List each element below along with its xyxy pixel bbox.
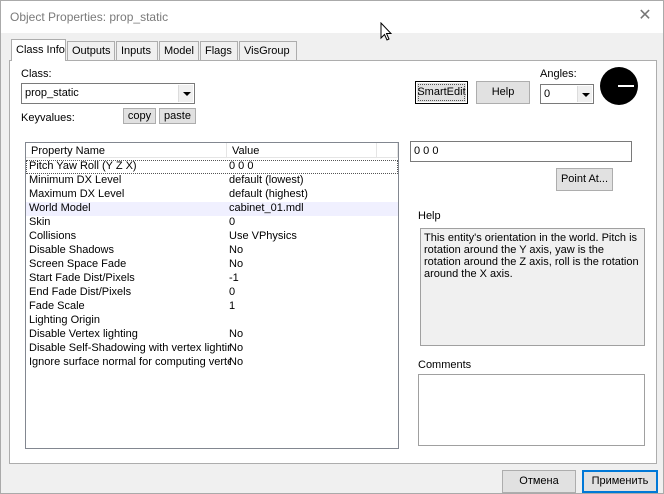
- property-value: cabinet_01.mdl: [229, 202, 304, 214]
- property-value: default (lowest): [229, 174, 304, 186]
- property-name: Disable Self-Shadowing with vertex light…: [29, 342, 231, 354]
- property-rows: Pitch Yaw Roll (Y Z X) 0 0 0 Minimum DX L…: [26, 160, 398, 370]
- property-name: Disable Vertex lighting: [29, 328, 138, 340]
- angles-combobox[interactable]: 0: [540, 84, 594, 104]
- smartedit-button[interactable]: SmartEdit: [415, 81, 468, 104]
- table-row[interactable]: Screen Space Fade No: [26, 258, 398, 272]
- property-value: 0: [229, 286, 236, 298]
- column-header-property-name[interactable]: Property Name: [26, 143, 227, 158]
- chevron-down-icon[interactable]: [178, 85, 193, 102]
- table-row[interactable]: Lighting Origin: [26, 314, 398, 328]
- table-row[interactable]: Disable Self-Shadowing with vertex light…: [26, 342, 398, 356]
- tab-model-label: Model: [164, 45, 194, 57]
- property-value: -1: [229, 272, 239, 284]
- tab-outputs-label: Outputs: [72, 45, 111, 57]
- keyvalues-label: Keyvalues:: [21, 112, 75, 124]
- copy-button[interactable]: copy: [123, 108, 156, 124]
- title-bar[interactable]: Object Properties: prop_static ✕: [1, 1, 663, 33]
- close-icon[interactable]: ✕: [633, 5, 657, 27]
- tab-class-info[interactable]: Class Info: [11, 39, 66, 61]
- window-title: Object Properties: prop_static: [10, 10, 169, 24]
- table-row[interactable]: Skin 0: [26, 216, 398, 230]
- table-row[interactable]: Start Fade Dist/Pixels -1: [26, 272, 398, 286]
- tab-inputs-label: Inputs: [121, 45, 151, 57]
- table-row[interactable]: Collisions Use VPhysics: [26, 230, 398, 244]
- property-value: default (highest): [229, 188, 308, 200]
- angles-value: 0: [544, 88, 551, 100]
- point-at-button[interactable]: Point At...: [556, 168, 613, 191]
- value-input-text: 0 0 0: [414, 145, 439, 157]
- property-name: Lighting Origin: [29, 314, 100, 326]
- table-row[interactable]: Disable Vertex lighting No: [26, 328, 398, 342]
- angles-label: Angles:: [540, 68, 577, 80]
- property-value: No: [229, 258, 244, 270]
- property-value: No: [229, 328, 244, 340]
- tab-inputs[interactable]: Inputs: [116, 41, 158, 60]
- tab-outputs[interactable]: Outputs: [67, 41, 115, 60]
- paste-button[interactable]: paste: [159, 108, 196, 124]
- property-name: Collisions: [29, 230, 77, 242]
- property-value: No: [229, 342, 244, 354]
- help-text: This entity's orientation in the world. …: [424, 232, 639, 280]
- table-row[interactable]: End Fade Dist/Pixels 0: [26, 286, 398, 300]
- comments-input[interactable]: [418, 374, 645, 446]
- property-value: No: [229, 244, 244, 256]
- property-value: 0 0 0: [229, 160, 254, 172]
- comments-heading: Comments: [418, 359, 472, 371]
- value-input[interactable]: 0 0 0: [410, 141, 632, 162]
- property-name: Screen Space Fade: [29, 258, 127, 270]
- property-name: Skin: [29, 216, 51, 228]
- help-heading: Help: [418, 210, 441, 222]
- table-row[interactable]: Pitch Yaw Roll (Y Z X) 0 0 0: [26, 160, 398, 174]
- tab-visgroup[interactable]: VisGroup: [239, 41, 297, 60]
- table-row[interactable]: Maximum DX Level default (highest): [26, 188, 398, 202]
- property-value: 0: [229, 216, 236, 228]
- property-name: Disable Shadows: [29, 244, 114, 256]
- property-name: World Model: [29, 202, 91, 214]
- table-row[interactable]: Ignore surface normal for computing vert…: [26, 356, 398, 370]
- column-header-value[interactable]: Value: [227, 143, 377, 158]
- class-label: Class:: [21, 68, 52, 80]
- table-row[interactable]: Fade Scale 1: [26, 300, 398, 314]
- column-header-filler: [377, 143, 398, 158]
- cancel-button[interactable]: Отмена: [502, 470, 576, 493]
- table-row[interactable]: Disable Shadows No: [26, 244, 398, 258]
- table-row[interactable]: Minimum DX Level default (lowest): [26, 174, 398, 188]
- class-combobox[interactable]: prop_static: [21, 83, 195, 104]
- property-name: Minimum DX Level: [29, 174, 122, 186]
- property-name: Pitch Yaw Roll (Y Z X): [29, 160, 137, 172]
- angle-dial-icon[interactable]: [600, 67, 638, 105]
- chevron-down-icon[interactable]: [577, 86, 592, 102]
- property-name: Ignore surface normal for computing vert…: [29, 356, 231, 368]
- property-name: Start Fade Dist/Pixels: [29, 272, 135, 284]
- help-button[interactable]: Help: [476, 81, 530, 104]
- class-value: prop_static: [25, 87, 79, 99]
- property-name: Fade Scale: [29, 300, 85, 312]
- class-info-panel: Class: prop_static Keyvalues: copy paste…: [9, 60, 657, 464]
- property-value: Use VPhysics: [229, 230, 297, 242]
- tab-flags[interactable]: Flags: [200, 41, 238, 60]
- tab-class-info-label: Class Info: [16, 44, 65, 56]
- mouse-cursor-icon: [380, 22, 392, 41]
- object-properties-window: Object Properties: prop_static ✕ Class I…: [0, 0, 664, 494]
- table-row[interactable]: World Model cabinet_01.mdl: [26, 202, 398, 216]
- tab-model[interactable]: Model: [159, 41, 199, 60]
- property-value: No: [229, 356, 244, 368]
- tab-flags-label: Flags: [205, 45, 232, 57]
- property-name: End Fade Dist/Pixels: [29, 286, 132, 298]
- property-name: Maximum DX Level: [29, 188, 125, 200]
- apply-button[interactable]: Применить: [582, 470, 658, 493]
- help-text-box: This entity's orientation in the world. …: [420, 228, 645, 346]
- tab-visgroup-label: VisGroup: [244, 45, 290, 57]
- property-value: 1: [229, 300, 236, 312]
- keyvalues-list[interactable]: Property Name Value Pitch Yaw Roll (Y Z …: [25, 142, 399, 449]
